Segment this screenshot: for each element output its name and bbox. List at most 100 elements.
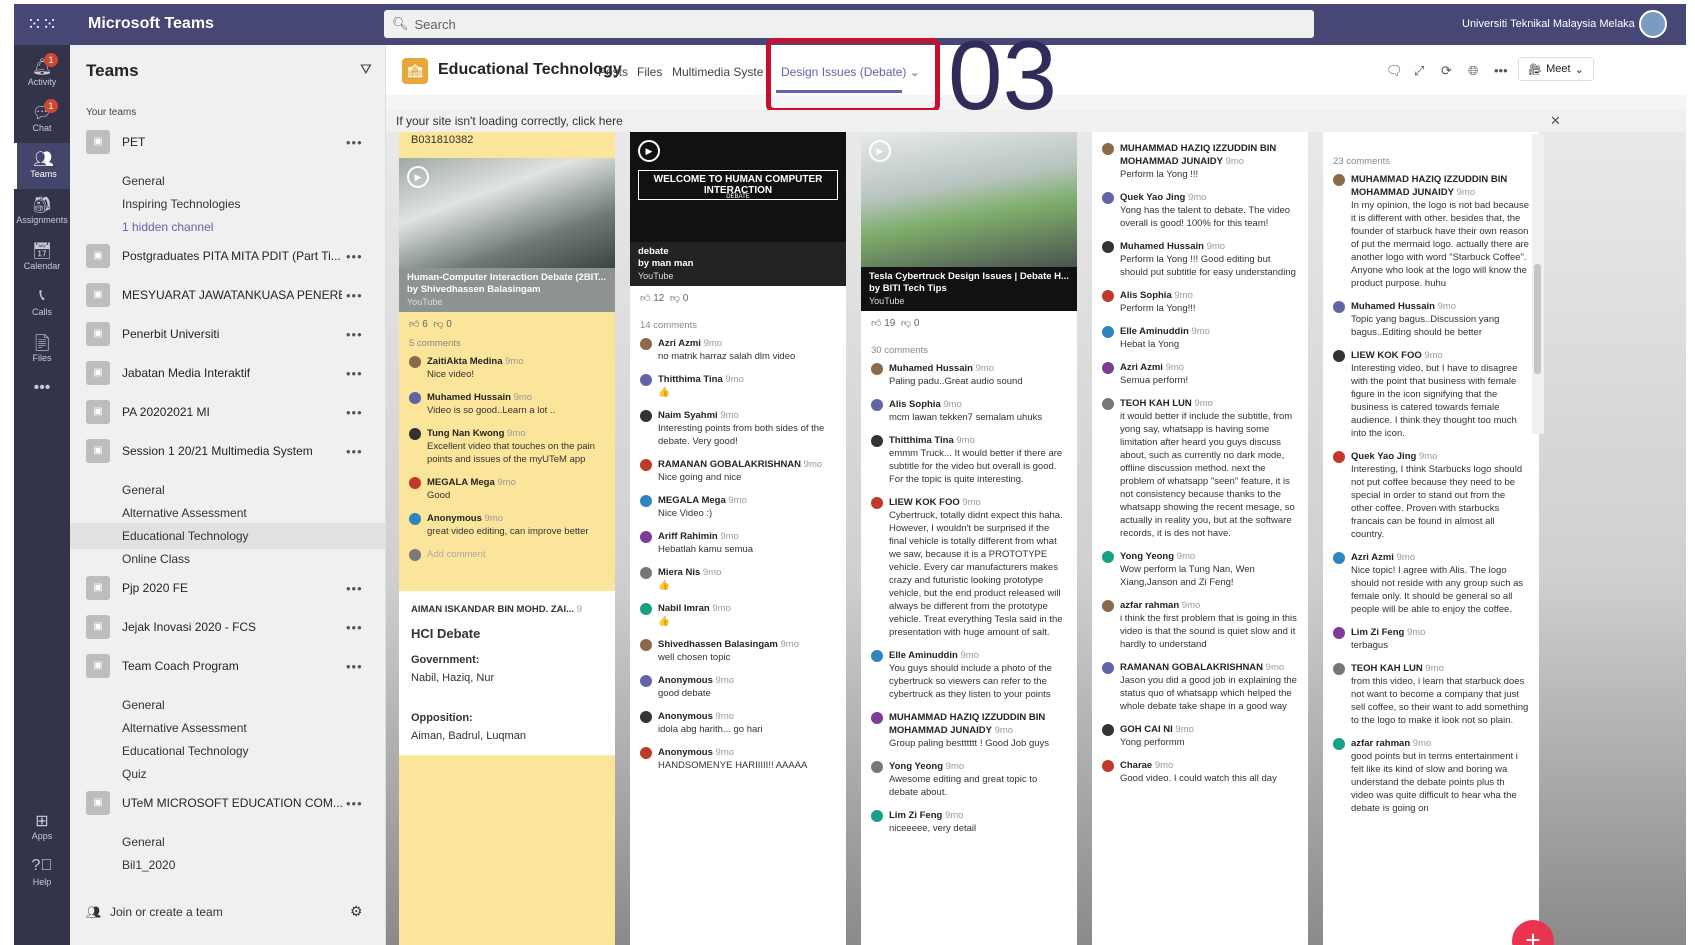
thumbs-down-icon[interactable]: 👎︎ [901, 318, 911, 329]
add-team-icon: 👥︎ [86, 905, 102, 919]
thumbs-up-icon[interactable]: 👍︎ [871, 318, 881, 329]
more-options-icon[interactable]: ••• [346, 288, 363, 303]
team-item[interactable]: ▣ Session 1 20/21 Multimedia System ••• [70, 438, 386, 464]
more-options-icon[interactable]: ••• [346, 327, 363, 342]
comment-author: ZaitiAkta Medina [427, 356, 503, 367]
expand-icon[interactable]: ⤢ [1414, 63, 1424, 79]
team-item[interactable]: ▣ UTeM MICROSOFT EDUCATION COM... ••• [70, 790, 386, 816]
play-icon[interactable]: ▶ [407, 166, 429, 188]
conversation-icon[interactable]: 🗨︎ [1386, 63, 1403, 79]
comment: TEOH KAH LUN 9mo it would better if inclu… [1092, 393, 1308, 546]
channel-name: Educational Technology [122, 744, 249, 758]
tab-posts[interactable]: Posts [598, 65, 628, 79]
org-switcher[interactable]: Universiti Teknikal Malaysia Melaka ⌄ [1462, 17, 1647, 30]
rail-calendar[interactable]: 📅︎ Calendar [14, 235, 70, 281]
comment-text: Wow perform la Tung Nan, Wen Xiang,Janso… [1120, 564, 1255, 588]
channel-item[interactable]: Bil1_2020 [70, 852, 386, 878]
team-item[interactable]: ▣ Jejak Inovasi 2020 - FCS ••• [70, 614, 386, 640]
comment-text: Nice video! [427, 369, 474, 380]
thumbs-up-icon[interactable]: 👍︎ [640, 293, 650, 304]
org-name: Universiti Teknikal Malaysia Melaka [1462, 18, 1635, 30]
play-icon[interactable]: ▶ [869, 140, 891, 162]
thumbs-down-icon[interactable]: 👎︎ [433, 319, 443, 330]
phone-icon: 📞︎ [39, 287, 45, 304]
channel-item[interactable]: 1 hidden channel [70, 214, 386, 240]
more-options-icon[interactable]: ••• [346, 135, 363, 150]
more-options-icon[interactable]: ••• [346, 659, 363, 674]
team-item[interactable]: ▣ Team Coach Program ••• [70, 653, 386, 679]
rail-calls[interactable]: 📞︎ Calls [14, 281, 70, 327]
comment: Shivedhassen Balasingam 9mo well chosen t… [630, 634, 846, 670]
dislike-count: 0 [446, 319, 452, 330]
comment-time: 9mo [1418, 451, 1438, 462]
channel-item[interactable]: Quiz [70, 761, 386, 787]
comment-text: Interesting, I think Starbucks logo shou… [1351, 464, 1523, 540]
more-apps-icon[interactable]: ••• [14, 373, 70, 419]
video-card[interactable]: WELCOME TO HUMAN COMPUTER INTERACTION DE… [630, 132, 846, 286]
comment-list: MUHAMMAD HAZIQ IZZUDDIN BIN MOHAMMAD JUN… [1323, 169, 1539, 821]
calendar-icon: 📅︎ [31, 243, 53, 260]
thumbs-down-icon[interactable]: 👎︎ [670, 293, 680, 304]
team-item[interactable]: ▣ Postgraduates PITA MITA PDIT (Part Ti..… [70, 243, 386, 269]
site-notice[interactable]: If your site isn't loading correctly, cl… [386, 110, 1686, 132]
tab-multimedia[interactable]: Multimedia Syste [672, 65, 763, 79]
post-card[interactable]: AIMAN ISKANDAR BIN MOHD. ZAI... 9 HCI De… [399, 591, 615, 755]
rail-files[interactable]: 📄︎ Files [14, 327, 70, 373]
add-comment[interactable]: Add comment [399, 544, 615, 567]
rail-label: Help [32, 877, 52, 887]
more-options-icon[interactable]: ••• [346, 444, 363, 459]
comment: Thitthima Tina 9mo 👍 [630, 369, 846, 405]
team-item[interactable]: ▣ Jabatan Media Interaktif ••• [70, 360, 386, 386]
video-card[interactable]: ▶ Tesla Cybertruck Design Issues | Debat… [861, 132, 1077, 311]
more-options-icon[interactable]: ••• [346, 581, 363, 596]
reactions[interactable]: 👍︎ 6 👎︎ 0 [399, 312, 615, 336]
rail-help[interactable]: ?⃝ Help [14, 851, 70, 897]
filter-icon[interactable]: ⛛ [360, 61, 372, 78]
more-options-icon[interactable]: ••• [346, 620, 363, 635]
meet-button[interactable]: 🎥︎ Meet ⌄ [1518, 57, 1594, 81]
more-options-icon[interactable]: ••• [346, 366, 363, 381]
scrollbar-thumb[interactable] [1534, 264, 1541, 374]
comment-text: Topic yang bagus..Discussion yang bagus.… [1351, 314, 1500, 338]
team-item[interactable]: ▣ PET ••• [70, 129, 386, 155]
channel-item[interactable]: Online Class [70, 546, 386, 572]
avatar[interactable] [1639, 10, 1667, 38]
reactions[interactable]: 👍︎ 12 👎︎ 0 [630, 286, 846, 310]
comment: Thitthima Tina 9mo emmm Truck... It would… [861, 430, 1077, 492]
play-icon[interactable]: ▶ [638, 140, 660, 162]
comment-author: Azri Azmi [1120, 362, 1163, 373]
more-options-icon[interactable]: ••• [346, 405, 363, 420]
comment-text: Excellent video that touches on the pain… [427, 441, 595, 465]
teams-window: ⁙⁙ Microsoft Teams 🔍︎ Search Universiti T… [14, 4, 1686, 945]
rail-chat[interactable]: 💬︎ 1 Chat [14, 97, 70, 143]
search-input[interactable]: 🔍︎ Search [384, 10, 1314, 38]
rail-apps[interactable]: ⊞ Apps [14, 805, 70, 851]
team-name: Jabatan Media Interaktif [122, 366, 251, 380]
thumbs-up-icon[interactable]: 👍︎ [409, 319, 419, 330]
team-item[interactable]: ▣ Penerbit Universiti ••• [70, 321, 386, 347]
globe-icon[interactable]: 🌐︎ [1468, 63, 1478, 79]
more-options-icon[interactable]: ••• [346, 249, 363, 264]
more-options-icon[interactable]: ••• [1494, 63, 1508, 78]
refresh-icon[interactable]: ⟳ [1441, 63, 1452, 79]
video-card[interactable]: ▶ Human-Computer Interaction Debate (2BI… [399, 158, 615, 312]
rail-activity[interactable]: 🔔︎ 1 Activity [14, 51, 70, 97]
reactions[interactable]: 👍︎ 19 👎︎ 0 [861, 311, 1077, 335]
rail-teams[interactable]: 👥︎ Teams [14, 143, 70, 189]
rail-assignments[interactable]: 🎒︎ Assignments [14, 189, 70, 235]
join-create-team[interactable]: 👥︎ Join or create a team ⚙︎ [70, 897, 386, 927]
team-item[interactable]: ▣ Pjp 2020 FE ••• [70, 575, 386, 601]
comment-time: 9mo [944, 810, 964, 821]
close-icon[interactable]: ✕ [1550, 110, 1561, 132]
app-launcher-icon[interactable]: ⁙⁙ [14, 4, 70, 45]
comment-list: MUHAMMAD HAZIQ IZZUDDIN BIN MOHAMMAD JUN… [1092, 138, 1308, 791]
comment: Quek Yao Jing 9mo Yong has the talent to … [1092, 187, 1308, 236]
gear-icon[interactable]: ⚙︎ [350, 903, 363, 920]
comment-time: 9mo [994, 725, 1014, 736]
team-item[interactable]: ▣ MESYUARAT JAWATANKUASA PENERB... ••• [70, 282, 386, 308]
team-item[interactable]: ▣ PA 20202021 MI ••• [70, 399, 386, 425]
more-options-icon[interactable]: ••• [346, 796, 363, 811]
scrollbar[interactable] [1532, 134, 1544, 434]
camera-icon: 🎥︎ [1528, 63, 1543, 76]
tab-files[interactable]: Files [637, 65, 662, 79]
